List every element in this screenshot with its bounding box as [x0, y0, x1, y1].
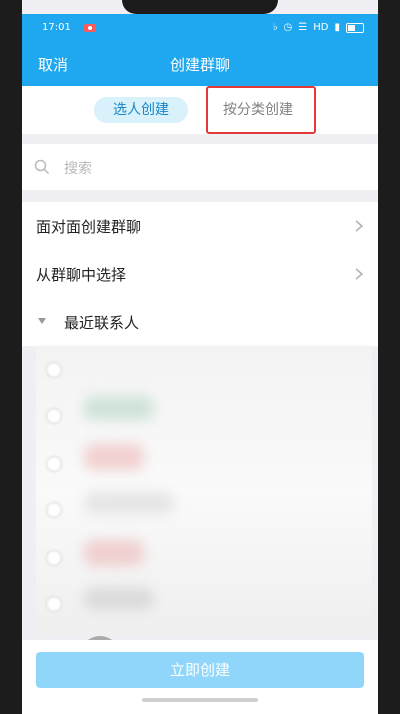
tab-bar: 选人创建 按分类创建: [22, 86, 378, 134]
screen-record-icon: [84, 24, 96, 32]
list-item-label: 面对面创建群聊: [36, 218, 142, 236]
select-checkbox[interactable]: [46, 362, 62, 378]
phone-screen: 17:01 ♭ ◷ ☰ HD ▮ 取消 创建群聊 选人创建 按分类创建 搜索 面…: [22, 0, 378, 714]
create-now-button[interactable]: 立即创建: [36, 652, 364, 688]
wifi-icon: ☰: [298, 22, 308, 33]
create-options-list: 面对面创建群聊 从群聊中选择 最近联系人: [22, 202, 378, 346]
chevron-right-icon: [355, 268, 364, 280]
select-checkbox[interactable]: [46, 408, 62, 424]
list-item-from-group-chat[interactable]: 从群聊中选择: [22, 250, 378, 298]
bottom-action-bar: 立即创建: [22, 640, 378, 714]
home-indicator: [142, 698, 258, 702]
blurred-avatar: [84, 396, 154, 420]
select-checkbox[interactable]: [46, 550, 62, 566]
recent-contacts-header[interactable]: 最近联系人: [22, 298, 378, 346]
select-checkbox[interactable]: [46, 502, 62, 518]
status-time: 17:01: [42, 22, 71, 33]
tab-select-people[interactable]: 选人创建: [94, 97, 188, 123]
blurred-avatar: [84, 588, 154, 610]
select-checkbox[interactable]: [46, 456, 62, 472]
select-checkbox[interactable]: [46, 596, 62, 612]
search-icon: [34, 159, 50, 175]
recent-contacts-label: 最近联系人: [64, 314, 140, 332]
battery-icon: [346, 22, 364, 33]
network-type: HD: [313, 22, 329, 33]
blurred-avatar: [84, 540, 144, 566]
annotation-highlight-box: [206, 86, 316, 134]
camera-notch: [122, 0, 278, 14]
search-bar[interactable]: 搜索: [22, 144, 378, 190]
list-item-label: 从群聊中选择: [36, 266, 127, 284]
blurred-contacts-list: [36, 346, 372, 636]
status-icons: ♭ ◷ ☰ HD ▮: [273, 22, 364, 33]
page-title: 创建群聊: [169, 56, 230, 74]
list-item-face-to-face[interactable]: 面对面创建群聊: [22, 202, 378, 250]
blurred-avatar: [84, 492, 174, 514]
alarm-icon: ◷: [283, 22, 293, 33]
blurred-avatar: [84, 444, 144, 470]
search-input[interactable]: 搜索: [64, 158, 92, 178]
signal-icon: ▮: [334, 22, 340, 33]
status-bar: 17:01 ♭ ◷ ☰ HD ▮: [22, 14, 378, 42]
navigation-bar: 取消 创建群聊: [22, 42, 378, 86]
bell-icon: ♭: [272, 22, 278, 33]
caret-down-icon: [38, 318, 46, 324]
chevron-right-icon: [355, 220, 364, 232]
